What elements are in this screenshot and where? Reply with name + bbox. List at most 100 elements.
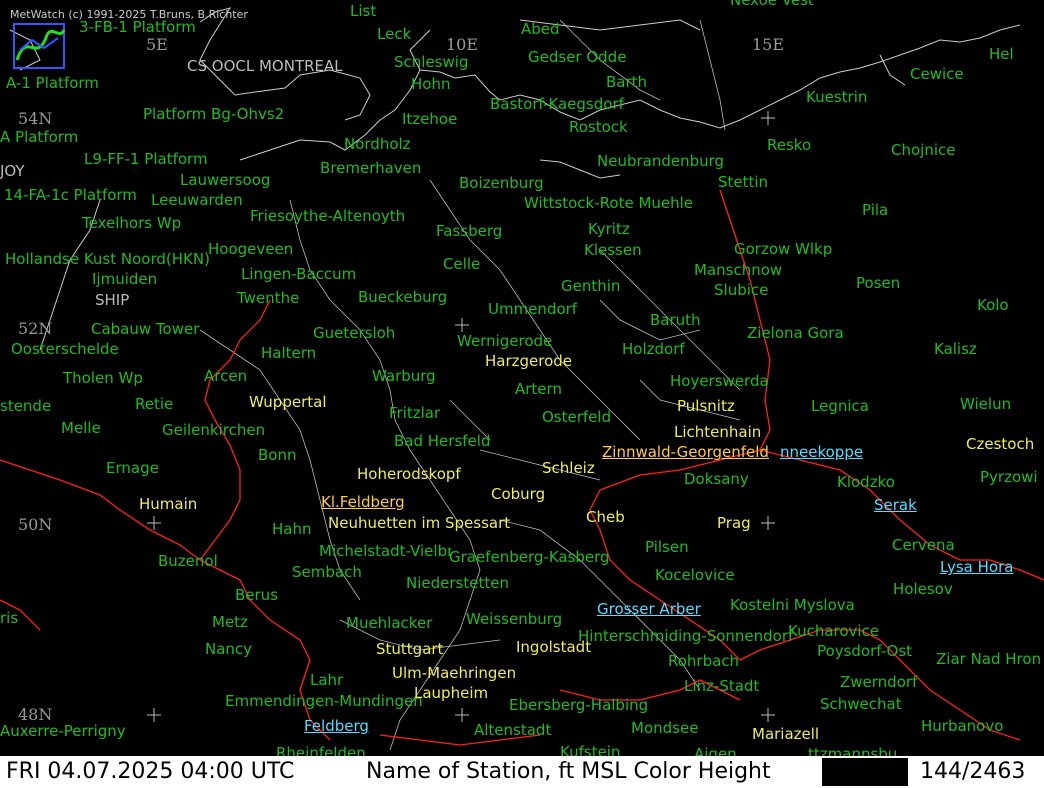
station-label[interactable]: Mariazell: [752, 726, 819, 743]
station-label[interactable]: Cewice: [910, 66, 964, 83]
station-label[interactable]: Bueckeburg: [358, 289, 447, 306]
station-label-highlight[interactable]: nneekoppe: [780, 444, 863, 461]
station-label-highlight[interactable]: Grosser Arber: [597, 601, 701, 618]
station-label[interactable]: Legnica: [811, 398, 869, 415]
station-label[interactable]: stende: [0, 398, 51, 415]
station-label[interactable]: ttzmannsbu: [808, 746, 897, 756]
station-label[interactable]: A Platform: [0, 129, 78, 146]
station-label[interactable]: Stuttgart: [376, 641, 443, 658]
station-label[interactable]: Cheb: [586, 509, 625, 526]
station-label[interactable]: Abed: [521, 21, 560, 38]
station-label[interactable]: Stettin: [718, 174, 768, 191]
station-label[interactable]: Melle: [61, 420, 101, 437]
station-label[interactable]: Itzehoe: [402, 111, 457, 128]
station-label[interactable]: Lingen-Baccum: [241, 266, 356, 283]
station-label[interactable]: Emmendingen-Mundingen: [225, 693, 423, 710]
station-label[interactable]: Slubice: [714, 282, 768, 299]
station-label[interactable]: Holesov: [893, 581, 953, 598]
station-label[interactable]: Holzdorf: [622, 341, 685, 358]
station-label[interactable]: Ummendorf: [488, 301, 577, 318]
station-label[interactable]: Berus: [235, 587, 278, 604]
station-label[interactable]: Kyritz: [588, 221, 630, 238]
station-label[interactable]: Klessen: [584, 242, 642, 259]
station-label[interactable]: Aigen: [694, 746, 737, 756]
station-label[interactable]: 14-FA-1c Platform: [4, 187, 137, 204]
station-label[interactable]: Sembach: [292, 564, 362, 581]
station-label[interactable]: Geilenkirchen: [162, 422, 265, 439]
station-label[interactable]: Hel: [989, 46, 1014, 63]
station-label-highlight[interactable]: Zinnwald-Georgenfeld: [602, 444, 769, 461]
station-label[interactable]: Zielona Gora: [747, 325, 844, 342]
station-label[interactable]: Kalisz: [934, 341, 977, 358]
station-label[interactable]: Schleswig: [394, 54, 468, 71]
station-label[interactable]: Altenstadt: [474, 722, 551, 739]
station-label[interactable]: Baruth: [650, 312, 701, 329]
station-label[interactable]: Hoyerswerda: [670, 373, 769, 390]
station-label[interactable]: Cabauw Tower: [91, 321, 199, 338]
station-label[interactable]: Hoogeveen: [208, 241, 293, 258]
station-label[interactable]: Rheinfelden: [276, 745, 366, 756]
station-label[interactable]: Prag: [717, 515, 751, 532]
station-label[interactable]: Pulsnitz: [677, 398, 735, 415]
station-label[interactable]: Platform Bg-Ohvs2: [143, 106, 284, 123]
station-label[interactable]: ris: [0, 610, 18, 627]
station-label[interactable]: Arcen: [204, 368, 247, 385]
station-label[interactable]: Oosterschelde: [11, 341, 119, 358]
station-label[interactable]: Gedser Odde: [528, 49, 626, 66]
station-label[interactable]: Leeuwarden: [151, 192, 243, 209]
station-label[interactable]: Schwechat: [820, 696, 902, 713]
station-label[interactable]: L9-FF-1 Platform: [84, 151, 208, 168]
station-label[interactable]: Humain: [139, 496, 197, 513]
station-label[interactable]: Mondsee: [631, 720, 698, 737]
station-label[interactable]: Michelstadt-Vielbrunn: [319, 543, 451, 560]
station-label[interactable]: Ulm-Maehringen: [392, 665, 516, 682]
station-label[interactable]: Fritzlar: [389, 405, 440, 422]
station-label[interactable]: Cervena: [892, 537, 955, 554]
station-label[interactable]: Wielun: [960, 396, 1011, 413]
station-label[interactable]: Bremerhaven: [320, 160, 421, 177]
map-canvas[interactable]: MetWatch (c) 1991-2025 T.Bruns, B.Richte…: [0, 0, 1044, 756]
station-label[interactable]: Ebersberg-Halbing: [509, 697, 648, 714]
station-label[interactable]: Resko: [767, 137, 811, 154]
station-label[interactable]: Leck: [377, 26, 411, 43]
station-label[interactable]: Kufstein: [560, 744, 620, 756]
station-label[interactable]: Harzgerode: [485, 353, 572, 370]
station-label[interactable]: Pyrzowi: [980, 469, 1038, 486]
station-label[interactable]: Bonn: [258, 447, 296, 464]
station-label[interactable]: Barth: [606, 74, 647, 91]
station-label[interactable]: 3-FB-1 Platform: [79, 19, 196, 36]
station-label[interactable]: Celle: [443, 256, 480, 273]
station-label[interactable]: Ziar Nad Hron: [936, 651, 1041, 668]
station-label[interactable]: Hollandse Kust Noord(HKN): [5, 251, 210, 268]
station-label[interactable]: Kucharovice: [788, 623, 879, 640]
station-label[interactable]: Haltern: [261, 345, 316, 362]
station-label[interactable]: Kuestrin: [806, 89, 867, 106]
station-label[interactable]: Chojnice: [891, 142, 955, 159]
station-label[interactable]: Texelhors Wp: [82, 215, 181, 232]
ship-label[interactable]: SHIP: [95, 292, 129, 309]
station-label[interactable]: Hohn: [411, 76, 450, 93]
station-label[interactable]: Twenthe: [237, 290, 299, 307]
station-label[interactable]: List: [350, 3, 376, 20]
station-label[interactable]: Hurbanovo: [921, 718, 1003, 735]
station-label[interactable]: Tholen Wp: [63, 370, 143, 387]
station-label[interactable]: Nancy: [205, 641, 252, 658]
ship-label[interactable]: JOY: [0, 163, 25, 180]
station-label[interactable]: Kolo: [977, 297, 1009, 314]
station-label[interactable]: Bad Hersfeld: [394, 433, 490, 450]
station-label[interactable]: Muehlacker: [346, 615, 432, 632]
station-label[interactable]: Niederstetten: [406, 575, 509, 592]
station-label[interactable]: Neubrandenburg: [597, 153, 724, 170]
station-label[interactable]: Kostelni Myslova: [730, 597, 855, 614]
station-label-highlight[interactable]: Kl.Feldberg: [321, 494, 405, 511]
station-label[interactable]: Weissenburg: [466, 611, 562, 628]
station-label[interactable]: Pilsen: [645, 539, 689, 556]
station-label[interactable]: Ijmuiden: [92, 271, 157, 288]
station-label[interactable]: Ingolstadt: [516, 639, 591, 656]
station-label[interactable]: Buzenol: [158, 553, 218, 570]
station-label-highlight[interactable]: Serak: [874, 497, 917, 514]
station-label[interactable]: Rostock: [569, 119, 628, 136]
station-label[interactable]: Osterfeld: [542, 409, 611, 426]
station-label[interactable]: Lauwersoog: [180, 172, 270, 189]
station-label[interactable]: Gorzow Wlkp: [734, 241, 832, 258]
